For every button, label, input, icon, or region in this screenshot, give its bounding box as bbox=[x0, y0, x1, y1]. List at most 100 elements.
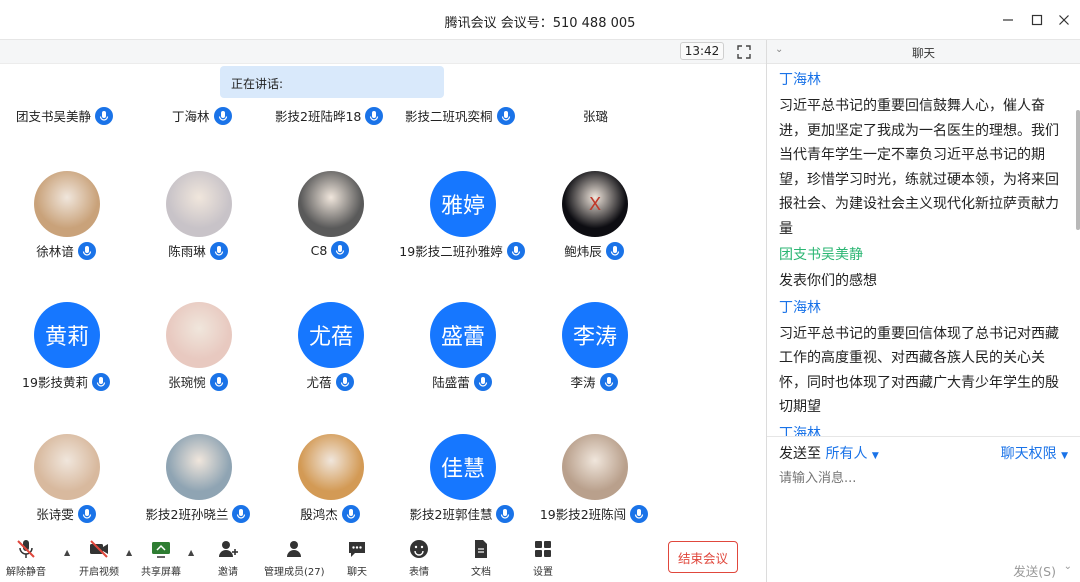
close-icon bbox=[1059, 15, 1069, 25]
invite-button[interactable]: 邀请 bbox=[217, 538, 239, 580]
send-to-selector[interactable]: 发送至 所有人 ▼ bbox=[779, 443, 879, 463]
avatar: 李涛 bbox=[562, 302, 628, 368]
maximize-button[interactable] bbox=[1025, 8, 1049, 32]
avatar-initials: 李涛 bbox=[572, 325, 617, 350]
chat-message-input[interactable] bbox=[779, 467, 1069, 489]
mic-icon bbox=[335, 372, 354, 391]
avatar bbox=[562, 434, 628, 500]
participant-tile[interactable]: 李涛 李涛 bbox=[528, 302, 660, 402]
maximize-icon bbox=[1031, 14, 1043, 26]
settings-button[interactable]: 设置 bbox=[532, 538, 554, 580]
mic-muted-icon bbox=[17, 540, 35, 558]
chat-message-text: 习近平总书记的重要回信体现了总书记对西藏工作的高度重视、对西藏各族人民的关心关怀… bbox=[779, 325, 1059, 416]
title-bar: 腾讯会议 会议号：510 488 005 bbox=[0, 0, 1080, 40]
avatar-initials: 尤蓓 bbox=[308, 325, 353, 350]
participant-tile[interactable]: 陈雨琳 bbox=[132, 171, 264, 271]
chat-sender[interactable]: 丁海林 bbox=[779, 70, 1071, 90]
send-to-label: 发送至 bbox=[779, 446, 821, 462]
avatar: 盛蕾 bbox=[430, 302, 496, 368]
participant-name: 影技2班孙晓兰 bbox=[145, 507, 229, 522]
participant-tile[interactable]: 雅婷 19影技二班孙雅婷 bbox=[396, 171, 528, 271]
participant-name: 尤蓓 bbox=[306, 375, 332, 390]
top-row-item: 影技2班陆晔18 bbox=[275, 106, 384, 125]
top-row-item: 丁海林 bbox=[172, 106, 232, 125]
participant-tile[interactable]: 徐林谙 bbox=[0, 171, 132, 271]
participant-name: 丁海林 bbox=[172, 109, 210, 124]
participant-tile[interactable]: 黄莉 19影技黄莉 bbox=[0, 302, 132, 402]
meeting-window: 腾讯会议 会议号：510 488 005 13:42 正在讲话: 团支书吴美静 bbox=[0, 0, 1080, 582]
meeting-toolbar: 解除静音 ▲ 开启视频 ▲ 共享屏幕 ▲ 邀请 管理成员(27) 聊天 表情 文… bbox=[0, 530, 766, 582]
docs-button[interactable]: 文档 bbox=[470, 538, 492, 580]
chat-sender[interactable]: 团支书吴美静 bbox=[779, 245, 1071, 265]
avatar: 雅婷 bbox=[430, 171, 496, 237]
participant-name: 影技2班郭佳慧 bbox=[409, 507, 493, 522]
invite-label: 邀请 bbox=[218, 567, 238, 578]
mic-icon bbox=[331, 241, 350, 259]
start-video-button[interactable]: 开启视频 bbox=[79, 538, 119, 580]
close-button[interactable] bbox=[1052, 8, 1076, 32]
share-screen-icon bbox=[152, 542, 170, 558]
participant-tile[interactable]: 佳慧影技2班郭佳慧 bbox=[396, 434, 528, 530]
chat-sender[interactable]: 丁海林 bbox=[779, 298, 1071, 318]
participant-tile[interactable]: 19影技2班陈闯 bbox=[528, 434, 660, 530]
share-screen-label: 共享屏幕 bbox=[141, 567, 181, 578]
chat-compose: 发送至 所有人 ▼ 聊天权限 ▼ 发送(S) ⌄ bbox=[767, 436, 1080, 582]
chat-messages: 丁海林 习近平总书记的重要回信鼓舞人心，催人奋进，更加坚定了我成为一名医生的理想。… bbox=[779, 70, 1071, 436]
participant-name: 19影技2班陈闯 bbox=[539, 507, 627, 522]
participant-tile[interactable]: 影技2班孙晓兰 bbox=[132, 434, 264, 530]
chat-icon bbox=[349, 542, 365, 557]
send-to-target[interactable]: 所有人 bbox=[825, 446, 867, 462]
participant-tile[interactable]: 殷鸿杰 bbox=[264, 434, 396, 530]
top-row-item: 影技二班巩奕桐 bbox=[405, 106, 515, 125]
chat-button[interactable]: 聊天 bbox=[346, 538, 368, 580]
mic-icon bbox=[232, 504, 251, 523]
participant-name: 19影技黄莉 bbox=[22, 375, 88, 390]
avatar: 佳慧 bbox=[430, 434, 496, 500]
mic-icon bbox=[209, 372, 228, 391]
mic-icon bbox=[365, 106, 384, 125]
chat-label: 聊天 bbox=[347, 567, 367, 578]
share-screen-button[interactable]: 共享屏幕 bbox=[141, 538, 181, 580]
chat-sender[interactable]: 丁海林 bbox=[779, 424, 1071, 437]
send-button[interactable]: 发送(S) bbox=[1013, 561, 1056, 580]
participant-name: 张璐 bbox=[583, 109, 609, 124]
send-options-chevron-icon[interactable]: ⌄ bbox=[1064, 561, 1072, 572]
dropdown-caret-icon[interactable]: ▼ bbox=[1061, 451, 1068, 461]
minimize-icon bbox=[1003, 19, 1013, 21]
avatar-initials: 佳慧 bbox=[440, 457, 485, 482]
settings-grid-icon bbox=[535, 541, 551, 557]
mic-icon bbox=[599, 372, 618, 391]
participant-tile[interactable]: 盛蕾 陆盛蕾 bbox=[396, 302, 528, 402]
chat-permission-selector[interactable]: 聊天权限 ▼ bbox=[1001, 443, 1068, 463]
chat-scrollbar[interactable] bbox=[1076, 110, 1080, 230]
minimize-button[interactable] bbox=[996, 8, 1020, 32]
mic-icon bbox=[91, 372, 110, 391]
avatar bbox=[166, 434, 232, 500]
chat-panel: ⌄ 聊天 丁海林 习近平总书记的重要回信鼓舞人心，催人奋进，更加坚定了我成为一名医… bbox=[767, 40, 1080, 582]
audio-options-caret-icon[interactable]: ▲ bbox=[64, 548, 70, 557]
participant-tile[interactable]: 尤蓓 尤蓓 bbox=[264, 302, 396, 402]
end-meeting-button[interactable]: 结束会议 bbox=[668, 541, 738, 573]
manage-members-button[interactable]: 管理成员(27) bbox=[264, 538, 325, 580]
video-off-icon bbox=[90, 540, 108, 558]
top-row-item: 张璐 bbox=[583, 106, 608, 125]
fullscreen-icon[interactable] bbox=[736, 44, 752, 60]
participant-tile[interactable]: 张琬惋 bbox=[132, 302, 264, 402]
chat-header: ⌄ 聊天 bbox=[767, 40, 1080, 64]
unmute-button[interactable]: 解除静音 bbox=[6, 538, 46, 580]
members-icon bbox=[287, 541, 302, 557]
emoji-button[interactable]: 表情 bbox=[408, 538, 430, 580]
participant-name: 团支书吴美静 bbox=[16, 109, 92, 124]
participant-label: 李涛 bbox=[528, 372, 660, 391]
participant-name: 陈雨琳 bbox=[168, 244, 206, 259]
participant-tile[interactable]: X 鲍炜辰 bbox=[528, 171, 660, 271]
speaking-indicator: 正在讲话: bbox=[220, 66, 444, 98]
participant-name: 19影技二班孙雅婷 bbox=[399, 244, 503, 259]
participant-tile[interactable]: C8 bbox=[264, 171, 396, 271]
share-options-caret-icon[interactable]: ▲ bbox=[188, 548, 194, 557]
participant-tile[interactable]: 张诗雯 bbox=[0, 434, 132, 530]
video-options-caret-icon[interactable]: ▲ bbox=[126, 548, 132, 557]
mic-icon bbox=[77, 504, 96, 523]
dropdown-caret-icon[interactable]: ▼ bbox=[872, 451, 879, 461]
participant-label: C8 bbox=[264, 241, 396, 259]
